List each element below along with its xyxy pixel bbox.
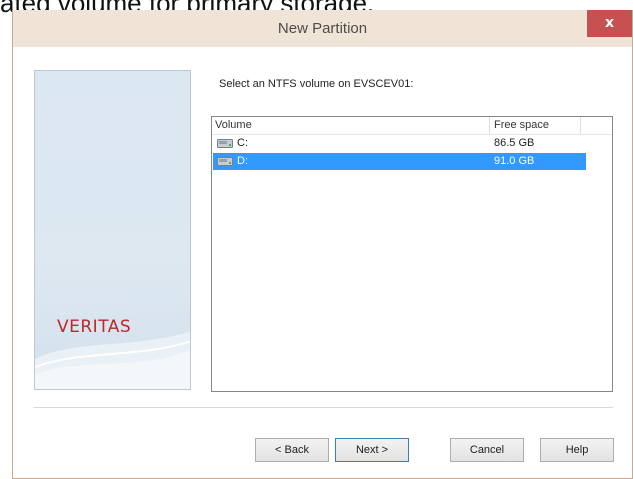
volume-list-header: Volume Free space [212,117,612,135]
side-panel: VERITAS [34,70,191,390]
back-button[interactable]: < Back [255,438,329,462]
column-divider[interactable] [489,117,490,134]
column-header-volume[interactable]: Volume [215,119,252,131]
cancel-button[interactable]: Cancel [450,438,524,462]
drive-icon [217,139,233,148]
free-space-value: 91.0 GB [494,155,535,167]
volume-list[interactable]: Volume Free space C: 86.5 GB D: 91.0 GB [211,116,613,392]
button-divider [34,407,613,408]
volume-name: C: [237,137,248,149]
column-divider[interactable] [580,117,581,134]
close-button[interactable]: x [587,10,632,37]
column-header-free-space[interactable]: Free space [494,119,549,131]
new-partition-dialog: New Partition x VERITAS Select an NTFS v… [12,10,633,479]
volume-prompt: Select an NTFS volume on EVSCEV01: [219,78,414,90]
title-bar: New Partition x [13,10,632,47]
volume-row-d[interactable]: D: 91.0 GB [213,153,586,170]
wave-graphic [35,331,190,389]
free-space-value: 86.5 GB [494,137,535,149]
next-button[interactable]: Next > [335,438,409,462]
help-button[interactable]: Help [540,438,614,462]
drive-icon [217,157,233,166]
dialog-title: New Partition [277,20,368,37]
volume-row-c[interactable]: C: 86.5 GB [213,135,586,152]
volume-name: D: [237,155,248,167]
